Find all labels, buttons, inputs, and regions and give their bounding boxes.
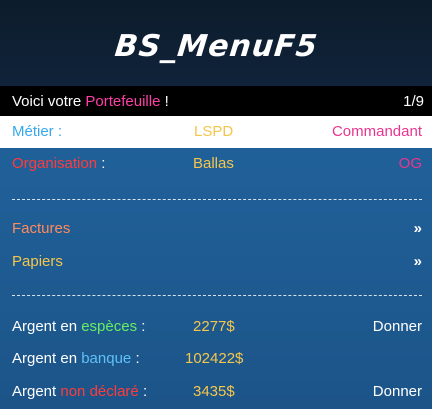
bank-label-prefix: Argent en bbox=[12, 350, 82, 367]
organisation-grade: OG bbox=[398, 155, 422, 172]
metier-job-name: LSPD bbox=[194, 123, 234, 140]
organisation-label: Organisation : bbox=[12, 155, 105, 172]
subtitle-prefix: Voici votre bbox=[12, 93, 86, 110]
menu-item-bank[interactable]: Argent en banque : 102422$ bbox=[0, 343, 432, 375]
bank-amount: 102422$ bbox=[185, 350, 244, 367]
metier-label-colon: : bbox=[53, 123, 63, 140]
cash-label-colon: : bbox=[137, 318, 146, 335]
menu-item-cash[interactable]: Argent en espèces : 2277$ Donner bbox=[0, 311, 432, 343]
organisation-name: Ballas bbox=[193, 155, 234, 172]
metier-label-text: Métier bbox=[12, 123, 54, 140]
dirty-money-label-highlight: non déclaré bbox=[60, 383, 139, 400]
cash-label-prefix: Argent en bbox=[12, 318, 82, 335]
double-chevron-right-icon: » bbox=[413, 220, 422, 237]
dirty-money-label: Argent non déclaré : bbox=[12, 383, 147, 400]
dirty-money-label-prefix: Argent bbox=[12, 383, 61, 400]
menu-item-factures[interactable]: Factures » bbox=[0, 213, 432, 245]
cash-label: Argent en espèces : bbox=[12, 318, 145, 335]
menu-item-papiers[interactable]: Papiers » bbox=[0, 246, 432, 278]
cash-give-button[interactable]: Donner bbox=[373, 318, 422, 335]
cash-label-highlight: espèces bbox=[81, 318, 138, 335]
wallet-menu: BS_MenuF5 Voici votre Portefeuille ! 1/9… bbox=[0, 0, 432, 409]
organisation-label-text: Organisation bbox=[12, 155, 98, 172]
bank-label: Argent en banque : bbox=[12, 350, 140, 367]
metier-job-grade: Commandant bbox=[331, 123, 422, 140]
double-chevron-right-icon: » bbox=[413, 253, 422, 270]
papiers-label: Papiers bbox=[12, 253, 63, 270]
dirty-money-amount: 3435$ bbox=[193, 383, 235, 400]
menu-item-metier[interactable]: Métier : LSPD Commandant bbox=[0, 116, 432, 148]
metier-label: Métier : bbox=[12, 123, 62, 140]
menu-item-organisation[interactable]: Organisation : Ballas OG bbox=[0, 148, 432, 180]
subtitle-highlight: Portefeuille bbox=[85, 93, 161, 110]
dirty-money-label-colon: : bbox=[138, 383, 148, 400]
menu-title: BS_MenuF5 bbox=[112, 28, 320, 64]
organisation-label-colon: : bbox=[97, 155, 106, 172]
bank-label-colon: : bbox=[131, 350, 140, 367]
menu-subtitle: Voici votre Portefeuille ! bbox=[12, 93, 169, 110]
separator bbox=[12, 199, 422, 200]
menu-banner: BS_MenuF5 bbox=[0, 0, 432, 86]
dirty-money-give-button[interactable]: Donner bbox=[373, 383, 422, 400]
menu-subtitle-bar: Voici votre Portefeuille ! 1/9 bbox=[0, 86, 432, 116]
menu-item-dirty-money[interactable]: Argent non déclaré : 3435$ Donner bbox=[0, 376, 432, 408]
item-counter: 1/9 bbox=[403, 93, 424, 110]
cash-amount: 2277$ bbox=[193, 318, 235, 335]
subtitle-suffix: ! bbox=[160, 93, 169, 110]
separator bbox=[12, 295, 422, 296]
factures-label: Factures bbox=[12, 220, 71, 237]
bank-label-highlight: banque bbox=[81, 350, 132, 367]
